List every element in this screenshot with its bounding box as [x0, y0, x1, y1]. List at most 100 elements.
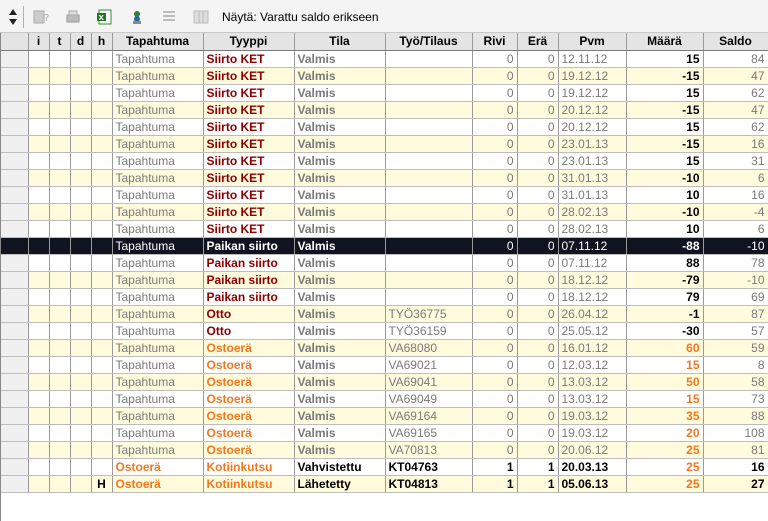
cell-t	[49, 322, 71, 340]
cell-d	[70, 254, 92, 272]
cell-tyyppi: Siirto KET	[203, 186, 295, 204]
column-header-saldo[interactable]: Saldo	[703, 33, 768, 51]
column-header-era[interactable]: Erä	[517, 33, 559, 51]
cell-rivi: 0	[472, 203, 518, 221]
cell-maara: 15	[626, 390, 704, 408]
table-row[interactable]: Tapahtuma Ostoerä Valmis VA69165 0 0 19.03.12 2…	[1, 424, 768, 442]
table-row[interactable]: Tapahtuma Otto Valmis TYÖ36775 0 0 26.04.12 -1 8…	[1, 305, 768, 323]
print-icon[interactable]	[64, 9, 82, 25]
cell-d	[70, 441, 92, 459]
cell-tila: Valmis	[294, 152, 386, 170]
table-row[interactable]: Tapahtuma Siirto KET Valmis 0 0 20.12.12 15 62	[1, 118, 768, 136]
column-header-indicator[interactable]	[1, 33, 29, 51]
transactions-table: i t d h Tapahtuma Tyyppi Tila Työ/Tilaus Rivi Erä…	[1, 33, 768, 493]
column-header-maara[interactable]: Määrä	[626, 33, 704, 51]
column-header-tila[interactable]: Tila	[294, 33, 386, 51]
table-row[interactable]: Tapahtuma Ostoerä Valmis VA69049 0 0 13.03.12 1…	[1, 390, 768, 408]
column-header-t[interactable]: t	[49, 33, 71, 51]
table-row[interactable]: Tapahtuma Siirto KET Valmis 0 0 28.02.13 10 6	[1, 220, 768, 238]
cell-saldo: 58	[703, 373, 768, 391]
table-row[interactable]: Tapahtuma Siirto KET Valmis 0 0 19.12.12 15 62	[1, 84, 768, 102]
table-row[interactable]: Tapahtuma Siirto KET Valmis 0 0 31.01.13 10 16	[1, 186, 768, 204]
cell-tila: Valmis	[294, 373, 386, 391]
table-row[interactable]: Tapahtuma Ostoerä Valmis VA69041 0 0 13.03.12 5…	[1, 373, 768, 391]
cell-rivi: 0	[472, 50, 518, 68]
cell-d	[70, 475, 92, 493]
table-row[interactable]: Tapahtuma Paikan siirto Valmis 0 0 18.12.12 79…	[1, 288, 768, 306]
cell-tyyppi: Paikan siirto	[203, 288, 295, 306]
cell-saldo: 16	[703, 135, 768, 153]
column-header-pvm[interactable]: Pvm	[558, 33, 627, 51]
cell-pvm: 20.12.12	[558, 118, 627, 136]
cell-saldo: 59	[703, 339, 768, 357]
cell-i	[28, 390, 50, 408]
table-row[interactable]: Tapahtuma Siirto KET Valmis 0 0 23.01.13 15 31	[1, 152, 768, 170]
cell-saldo: 88	[703, 407, 768, 425]
cell-t	[49, 50, 71, 68]
cell-tyo-tilaus	[385, 169, 473, 187]
cell-tyo-tilaus: VA68080	[385, 339, 473, 357]
cell-h	[91, 50, 113, 68]
list-icon[interactable]	[160, 9, 178, 25]
table-row[interactable]: Ostoerä Kotiinkutsu Vahvistettu KT04763 1 1 20…	[1, 458, 768, 476]
transactions-grid: i t d h Tapahtuma Tyyppi Tila Työ/Tilaus Rivi Erä…	[0, 33, 768, 521]
table-row[interactable]: Tapahtuma Ostoerä Valmis VA68080 0 0 16.01.12 6…	[1, 339, 768, 357]
cell-era: 0	[517, 169, 559, 187]
cell-maara: -15	[626, 101, 704, 119]
column-header-tapahtuma[interactable]: Tapahtuma	[112, 33, 204, 51]
table-row[interactable]: Tapahtuma Ostoerä Valmis VA69164 0 0 19.03.12 3…	[1, 407, 768, 425]
cell-tyyppi: Siirto KET	[203, 50, 295, 68]
cell-pvm: 28.02.13	[558, 203, 627, 221]
table-row[interactable]: Tapahtuma Siirto KET Valmis 0 0 31.01.13 -10 6	[1, 169, 768, 187]
table-row[interactable]: Tapahtuma Ostoerä Valmis VA70813 0 0 20.06.12 2…	[1, 441, 768, 459]
cell-rivi: 1	[472, 475, 518, 493]
column-header-i[interactable]: i	[28, 33, 50, 51]
table-row[interactable]: Tapahtuma Siirto KET Valmis 0 0 28.02.13 -10 -4	[1, 203, 768, 221]
table-row[interactable]: Tapahtuma Siirto KET Valmis 0 0 12.11.12 15 84	[1, 50, 768, 68]
cell-i	[28, 169, 50, 187]
cell-maara: 25	[626, 475, 704, 493]
table-row[interactable]: Tapahtuma Siirto KET Valmis 0 0 23.01.13 -15 16	[1, 135, 768, 153]
table-row[interactable]: Tapahtuma Ostoerä Valmis VA69021 0 0 12.03.12 1…	[1, 356, 768, 374]
table-row[interactable]: Tapahtuma Paikan siirto Valmis 0 0 07.11.12 -8…	[1, 237, 768, 255]
table-row[interactable]: Tapahtuma Otto Valmis TYÖ36159 0 0 25.05.12 -30…	[1, 322, 768, 340]
cell-i	[28, 356, 50, 374]
cell-tyo-tilaus	[385, 84, 473, 102]
cell-tila: Valmis	[294, 271, 386, 289]
column-header-d[interactable]: d	[70, 33, 92, 51]
table-row[interactable]: Tapahtuma Siirto KET Valmis 0 0 20.12.12 -15 47	[1, 101, 768, 119]
table-row[interactable]: H Ostoerä Kotiinkutsu Lähetetty KT04813 1 1 05.…	[1, 475, 768, 493]
cell-saldo: -10	[703, 237, 768, 255]
cell-era: 0	[517, 288, 559, 306]
cell-t	[49, 390, 71, 408]
cell-tila: Valmis	[294, 407, 386, 425]
column-header-h[interactable]: h	[91, 33, 113, 51]
table-row[interactable]: Tapahtuma Paikan siirto Valmis 0 0 18.12.12 -7…	[1, 271, 768, 289]
cell-pvm: 19.03.12	[558, 407, 627, 425]
cell-tapahtuma: Tapahtuma	[112, 237, 204, 255]
table-row[interactable]: Tapahtuma Siirto KET Valmis 0 0 19.12.12 -15 47	[1, 67, 768, 85]
cell-pvm: 12.03.12	[558, 356, 627, 374]
sort-arrows-icon[interactable]	[8, 8, 18, 26]
columns-icon[interactable]	[192, 9, 210, 25]
row-indicator	[1, 356, 29, 374]
cell-t	[49, 305, 71, 323]
column-header-tyyppi[interactable]: Tyyppi	[203, 33, 295, 51]
cell-tila: Valmis	[294, 84, 386, 102]
table-row[interactable]: Tapahtuma Paikan siirto Valmis 0 0 07.11.12 88…	[1, 254, 768, 272]
cell-tyo-tilaus	[385, 288, 473, 306]
filter-clear-icon[interactable]: ?	[32, 9, 50, 25]
cell-era: 0	[517, 305, 559, 323]
column-header-tyo-tilaus[interactable]: Työ/Tilaus	[385, 33, 473, 51]
cell-d	[70, 305, 92, 323]
cell-t	[49, 339, 71, 357]
cell-t	[49, 288, 71, 306]
cell-tyo-tilaus: TYÖ36159	[385, 322, 473, 340]
cell-tyo-tilaus	[385, 254, 473, 272]
excel-export-icon[interactable]: X	[96, 9, 114, 25]
refresh-icon[interactable]	[128, 9, 146, 25]
column-header-rivi[interactable]: Rivi	[472, 33, 518, 51]
cell-tyo-tilaus	[385, 118, 473, 136]
cell-t	[49, 84, 71, 102]
svg-text:X: X	[99, 14, 105, 22]
